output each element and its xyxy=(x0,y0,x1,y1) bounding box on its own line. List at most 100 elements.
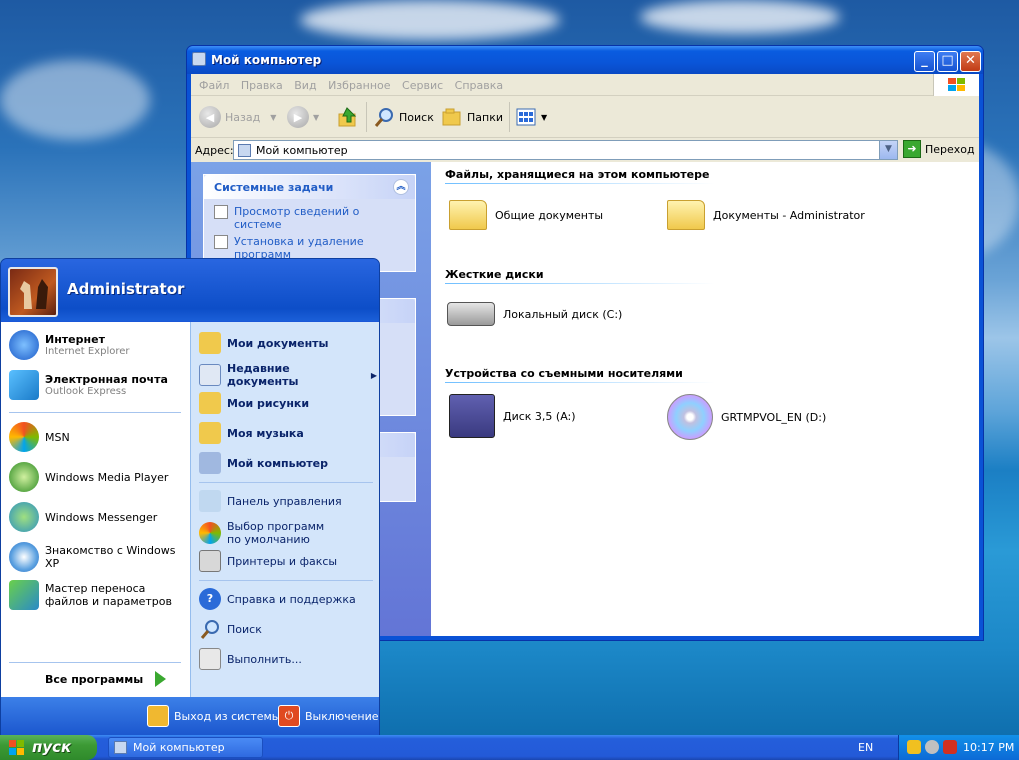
recent-msn[interactable]: MSN xyxy=(9,422,70,452)
place-my-pictures[interactable]: Мои рисунки xyxy=(199,392,309,414)
start-menu-programs: Интернет Internet Explorer Электронная по… xyxy=(1,322,190,697)
start-menu-places: Мои документы Недавние документы ▶ Мои ри… xyxy=(190,322,379,697)
program-label: Мастер переноса файлов и параметров xyxy=(45,582,173,608)
address-bar: Адрес: Мой компьютер ▼ ➜ Переход xyxy=(191,138,979,162)
key-icon xyxy=(147,705,169,727)
place-default-programs[interactable]: Выбор программ по умолчанию xyxy=(199,520,339,546)
place-control-panel[interactable]: Панель управления xyxy=(199,490,342,512)
place-run[interactable]: Выполнить... xyxy=(199,648,302,670)
folder-shared-documents[interactable]: Общие документы xyxy=(449,200,603,230)
menu-favorites[interactable]: Избранное xyxy=(328,79,390,92)
menu-tools[interactable]: Сервис xyxy=(402,79,443,92)
recent-tour-xp[interactable]: Знакомство с Windows XP xyxy=(9,542,190,572)
go-button[interactable]: ➜ Переход xyxy=(903,140,975,158)
floppy-drive-icon xyxy=(449,394,495,438)
place-my-documents[interactable]: Мои документы xyxy=(199,332,329,354)
clock: 10:17 PM xyxy=(963,741,1015,754)
network-icon[interactable] xyxy=(925,740,939,754)
forward-button[interactable]: ▶ ▼ xyxy=(287,105,319,129)
minimize-button[interactable]: _ xyxy=(914,51,935,72)
folders-button[interactable]: Папки xyxy=(441,105,503,129)
menu-edit[interactable]: Правка xyxy=(241,79,283,92)
window-title: Мой компьютер xyxy=(211,53,322,67)
file-view: Файлы, хранящиеся на этом компьютере Общ… xyxy=(431,162,979,636)
messenger-icon xyxy=(9,502,39,532)
folder-icon xyxy=(667,200,705,230)
menu-file[interactable]: Файл xyxy=(199,79,229,92)
up-button[interactable] xyxy=(337,105,359,129)
computer-icon xyxy=(114,741,127,754)
recent-messenger[interactable]: Windows Messenger xyxy=(9,502,157,532)
close-button[interactable]: ✕ xyxy=(960,51,981,72)
place-recent-documents[interactable]: Недавние документы ▶ xyxy=(199,362,377,388)
system-tasks-header[interactable]: Системные задачи ︽ xyxy=(204,175,415,199)
shutdown-label: Выключение xyxy=(305,709,379,723)
divider xyxy=(445,283,715,284)
address-label: Адрес: xyxy=(195,144,234,157)
place-label: Панель управления xyxy=(227,494,342,508)
back-arrow-icon: ◀ xyxy=(199,106,221,128)
forward-arrow-icon: ▶ xyxy=(287,106,309,128)
user-avatar[interactable] xyxy=(8,267,58,317)
place-label: Поиск xyxy=(227,622,262,636)
recent-transfer-wizard[interactable]: Мастер переноса файлов и параметров xyxy=(9,580,187,610)
windows-flag-icon xyxy=(9,740,24,755)
place-label: Принтеры и факсы xyxy=(227,554,338,568)
shutdown-button[interactable]: ⏻ Выключение xyxy=(278,705,379,727)
place-help[interactable]: ? Справка и поддержка xyxy=(199,588,356,610)
security-shield-icon[interactable] xyxy=(907,740,921,754)
program-label: Windows Media Player xyxy=(45,470,169,484)
window-titlebar[interactable]: Мой компьютер _ □ ✕ xyxy=(187,46,983,74)
language-indicator[interactable]: EN xyxy=(858,741,873,754)
taskbar-item-my-computer[interactable]: Мой компьютер xyxy=(108,737,263,758)
place-printers-faxes[interactable]: Принтеры и факсы xyxy=(199,550,337,572)
transfer-wizard-icon xyxy=(9,580,39,610)
task-label: Просмотр сведений о системе xyxy=(234,205,360,231)
pinned-sub: Internet Explorer xyxy=(45,346,130,357)
start-button[interactable]: пуск xyxy=(0,735,97,760)
search-button[interactable]: Поиск xyxy=(373,105,434,129)
place-my-music[interactable]: Моя музыка xyxy=(199,422,304,444)
program-label: Знакомство с Windows XP xyxy=(45,544,176,570)
default-programs-icon xyxy=(199,522,221,544)
search-icon xyxy=(199,618,221,640)
divider xyxy=(445,183,715,184)
drive-d[interactable]: GRTMPVOL_EN (D:) xyxy=(667,394,826,440)
drive-c[interactable]: Локальный диск (C:) xyxy=(447,302,622,326)
recent-media-player[interactable]: Windows Media Player xyxy=(9,462,168,492)
logoff-button[interactable]: Выход из системы xyxy=(147,705,280,727)
ie-icon xyxy=(9,330,39,360)
task-view-system-info[interactable]: Просмотр сведений о системе xyxy=(214,205,405,231)
place-search[interactable]: Поиск xyxy=(199,618,262,640)
place-label: Мои рисунки xyxy=(227,396,310,410)
pinned-internet[interactable]: Интернет Internet Explorer xyxy=(9,330,130,360)
system-tray: 10:17 PM xyxy=(898,735,1019,760)
taskbar-item-label: Мой компьютер xyxy=(133,741,225,754)
pinned-email[interactable]: Электронная почта Outlook Express xyxy=(9,370,168,400)
all-programs-button[interactable]: Все программы xyxy=(45,671,167,687)
alert-shield-icon[interactable] xyxy=(943,740,957,754)
computer-icon xyxy=(238,144,251,157)
printer-icon xyxy=(199,550,221,572)
place-my-computer[interactable]: Мой компьютер xyxy=(199,452,328,474)
collapse-icon[interactable]: ︽ xyxy=(393,179,409,195)
item-label: Документы - Administrator xyxy=(713,208,865,222)
folder-admin-documents[interactable]: Документы - Administrator xyxy=(667,200,865,230)
go-arrow-icon: ➜ xyxy=(903,140,921,158)
views-button[interactable]: ▼ xyxy=(515,105,547,129)
menu-help[interactable]: Справка xyxy=(455,79,503,92)
place-label: Выбор программ по умолчанию xyxy=(227,520,325,546)
address-dropdown-button[interactable]: ▼ xyxy=(879,141,897,159)
address-value: Мой компьютер xyxy=(256,144,348,157)
maximize-button[interactable]: □ xyxy=(937,51,958,72)
menu-view[interactable]: Вид xyxy=(294,79,316,92)
system-info-icon xyxy=(214,205,228,219)
drive-a[interactable]: Диск 3,5 (A:) xyxy=(449,394,576,438)
address-input[interactable]: Мой компьютер ▼ xyxy=(233,140,898,160)
group-title-removable: Устройства со съемными носителями xyxy=(445,367,683,380)
music-folder-icon xyxy=(199,422,221,444)
folders-label: Папки xyxy=(467,110,503,124)
start-label: пуск xyxy=(32,738,72,756)
recent-documents-icon xyxy=(199,364,221,386)
back-button[interactable]: ◀ Назад ▼ xyxy=(199,105,276,129)
